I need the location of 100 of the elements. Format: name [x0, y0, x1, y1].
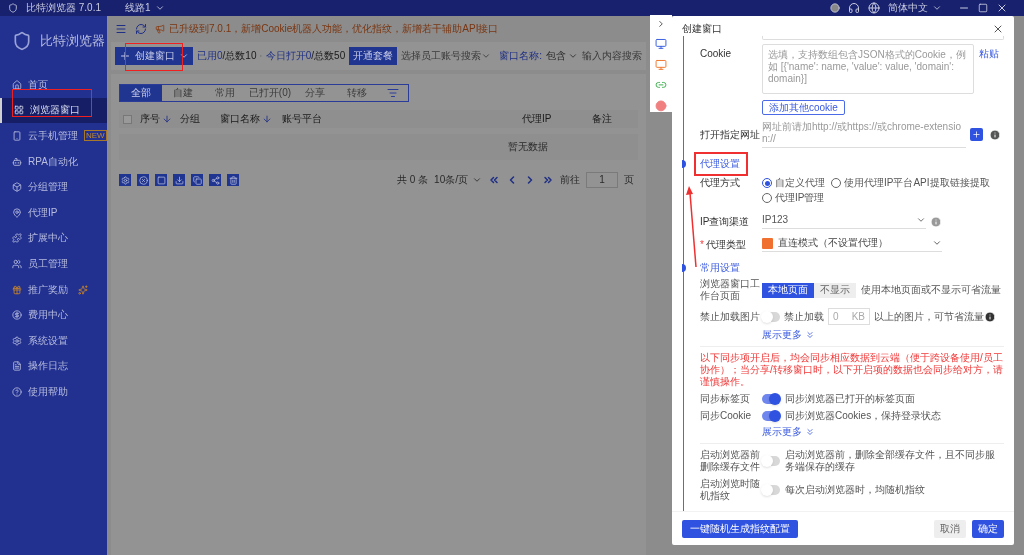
close-icon[interactable] — [992, 23, 1004, 35]
info-icon — [989, 128, 1001, 141]
sidebar-item[interactable]: RPA自动化 — [0, 148, 107, 175]
match-select[interactable]: 包含 — [546, 50, 578, 62]
radio-option[interactable]: 自定义代理 — [762, 177, 825, 189]
globe-icon — [868, 2, 880, 14]
ip-channel-select[interactable]: IP123 — [762, 214, 926, 229]
toggle-switch[interactable] — [762, 394, 780, 404]
add-url-button[interactable] — [970, 128, 983, 141]
share-button[interactable] — [209, 174, 221, 186]
show-more-link[interactable]: 展示更多 — [762, 426, 815, 438]
logo-icon — [8, 3, 18, 13]
last-page-icon[interactable] — [542, 174, 554, 186]
sidebar-item[interactable]: 云手机管理 NEW — [0, 123, 107, 149]
segment-option[interactable]: 不显示 — [814, 282, 856, 298]
square-button[interactable] — [155, 174, 167, 186]
segment-option[interactable]: 本地页面 — [762, 282, 814, 298]
close-circle-button[interactable] — [137, 174, 149, 186]
radio-option[interactable]: 使用代理IP平台API提取链接提取 — [831, 177, 990, 189]
filter-tab[interactable]: 转移 — [336, 85, 378, 101]
column-header[interactable]: 窗口名称 — [220, 113, 282, 125]
dialog-title: 创建窗口 — [682, 23, 722, 35]
show-more-link[interactable]: 展示更多 — [762, 329, 815, 341]
search-field[interactable]: 输入内容搜索 — [582, 50, 642, 62]
pin-icon — [12, 207, 22, 218]
caret-icon — [472, 175, 482, 185]
sidebar-item[interactable]: 员工管理 — [0, 251, 107, 277]
sidebar-item[interactable]: 首页 — [0, 72, 107, 98]
sidebar-item[interactable]: 使用帮助 — [0, 379, 107, 405]
sidebar-item[interactable]: 费用中心 — [0, 302, 107, 328]
maximize-icon[interactable] — [978, 3, 988, 13]
page-size-select[interactable]: 10条/页 — [434, 174, 482, 186]
sidebar-item[interactable]: 分组管理 — [0, 174, 107, 200]
settings-button[interactable] — [119, 174, 131, 186]
select-all-checkbox[interactable] — [123, 114, 132, 124]
phone-icon — [12, 131, 22, 141]
sidebar-item[interactable]: 浏览器窗口 — [0, 97, 107, 124]
language-selector[interactable]: 简体中文 — [888, 2, 942, 14]
cancel-button[interactable]: 取消 — [934, 519, 966, 538]
toggle-switch[interactable] — [762, 411, 780, 421]
filter-tab[interactable]: 已打开(0) — [245, 85, 295, 101]
sidebar-item[interactable]: 推广奖励 — [0, 276, 107, 303]
copy-button[interactable] — [191, 174, 203, 186]
empty-message: 暂无数据 — [508, 141, 548, 153]
ok-button[interactable]: 确定 — [972, 519, 1004, 538]
download-button[interactable] — [173, 174, 185, 186]
page-field[interactable]: 1 — [586, 172, 618, 188]
close-icon[interactable] — [996, 2, 1008, 14]
filter-tab[interactable]: 分享 — [294, 85, 337, 101]
refresh-icon[interactable] — [135, 23, 147, 35]
plan-button[interactable]: 开通套餐 — [349, 47, 398, 65]
expand-icon[interactable] — [656, 19, 666, 29]
sync-label: 同步Cookie — [700, 410, 753, 422]
proxy-type-label: 代理类型 — [705, 238, 746, 251]
proxy-type-select[interactable]: 直连模式（不设置代理） — [762, 237, 942, 252]
radio-option[interactable]: 代理IP管理 — [762, 192, 825, 204]
sidebar-item[interactable]: 代理IP — [0, 199, 107, 226]
paste-link[interactable]: 粘贴 — [979, 44, 999, 94]
megaphone-icon — [155, 24, 165, 34]
dot-icon[interactable] — [655, 100, 667, 112]
menu-icon[interactable] — [115, 23, 127, 35]
headset-icon[interactable] — [848, 2, 860, 14]
monitor-icon[interactable] — [655, 37, 667, 50]
add-cookie-button[interactable]: 添加其他cookie — [762, 100, 845, 115]
column-header: 代理IP — [522, 113, 553, 125]
sync-label: 同步标签页 — [700, 393, 751, 405]
copy-icon — [192, 175, 202, 185]
double-chevron-icon — [805, 330, 815, 340]
staff-select[interactable]: 选择员工账号搜索 — [401, 50, 492, 62]
filter-tab[interactable]: 全部 — [120, 85, 162, 101]
create-window-button[interactable]: 创建窗口 — [115, 47, 193, 65]
line-selector[interactable]: 线路1 — [125, 2, 165, 14]
startup-hint: 启动浏览器前，删除全部缓存文件，且不同步服务端保存的缓存 — [785, 449, 996, 473]
annotation-box — [694, 152, 748, 176]
toggle-switch[interactable] — [762, 485, 780, 495]
first-page-icon[interactable] — [488, 174, 500, 186]
status-icon[interactable] — [830, 3, 840, 13]
toggle-switch[interactable] — [762, 311, 780, 322]
section-heading: 代理设置 — [700, 158, 740, 170]
home-icon — [12, 79, 22, 90]
random-fingerprint-button[interactable]: 一键随机生成指纹配置 — [682, 519, 798, 538]
document-icon — [12, 361, 22, 372]
help-icon — [12, 386, 22, 397]
cookie-label: Cookie — [700, 47, 733, 61]
column-header: 备注 — [592, 113, 613, 125]
filter-tab[interactable]: 自建 — [161, 85, 204, 101]
trash-button[interactable] — [227, 174, 239, 186]
monitor-icon[interactable] — [655, 58, 667, 71]
caret-icon — [932, 3, 942, 13]
required-mark: * — [700, 238, 704, 251]
filter-tab[interactable]: 常用 — [203, 85, 246, 101]
sidebar-item[interactable]: 扩展中心 — [0, 225, 107, 252]
column-header[interactable]: 序号 — [140, 113, 180, 125]
images-label: 禁止加载图片 — [700, 310, 761, 323]
toggle-switch[interactable] — [762, 456, 780, 466]
startup-label: 启动浏览器前删除缓存文件 — [700, 449, 761, 473]
sync-hint: 同步浏览器已打开的标签页面 — [785, 393, 915, 405]
sidebar-item[interactable]: 操作日志 — [0, 353, 107, 380]
sort-icon[interactable] — [387, 87, 399, 99]
sidebar-item[interactable]: 系统设置 — [0, 327, 107, 354]
